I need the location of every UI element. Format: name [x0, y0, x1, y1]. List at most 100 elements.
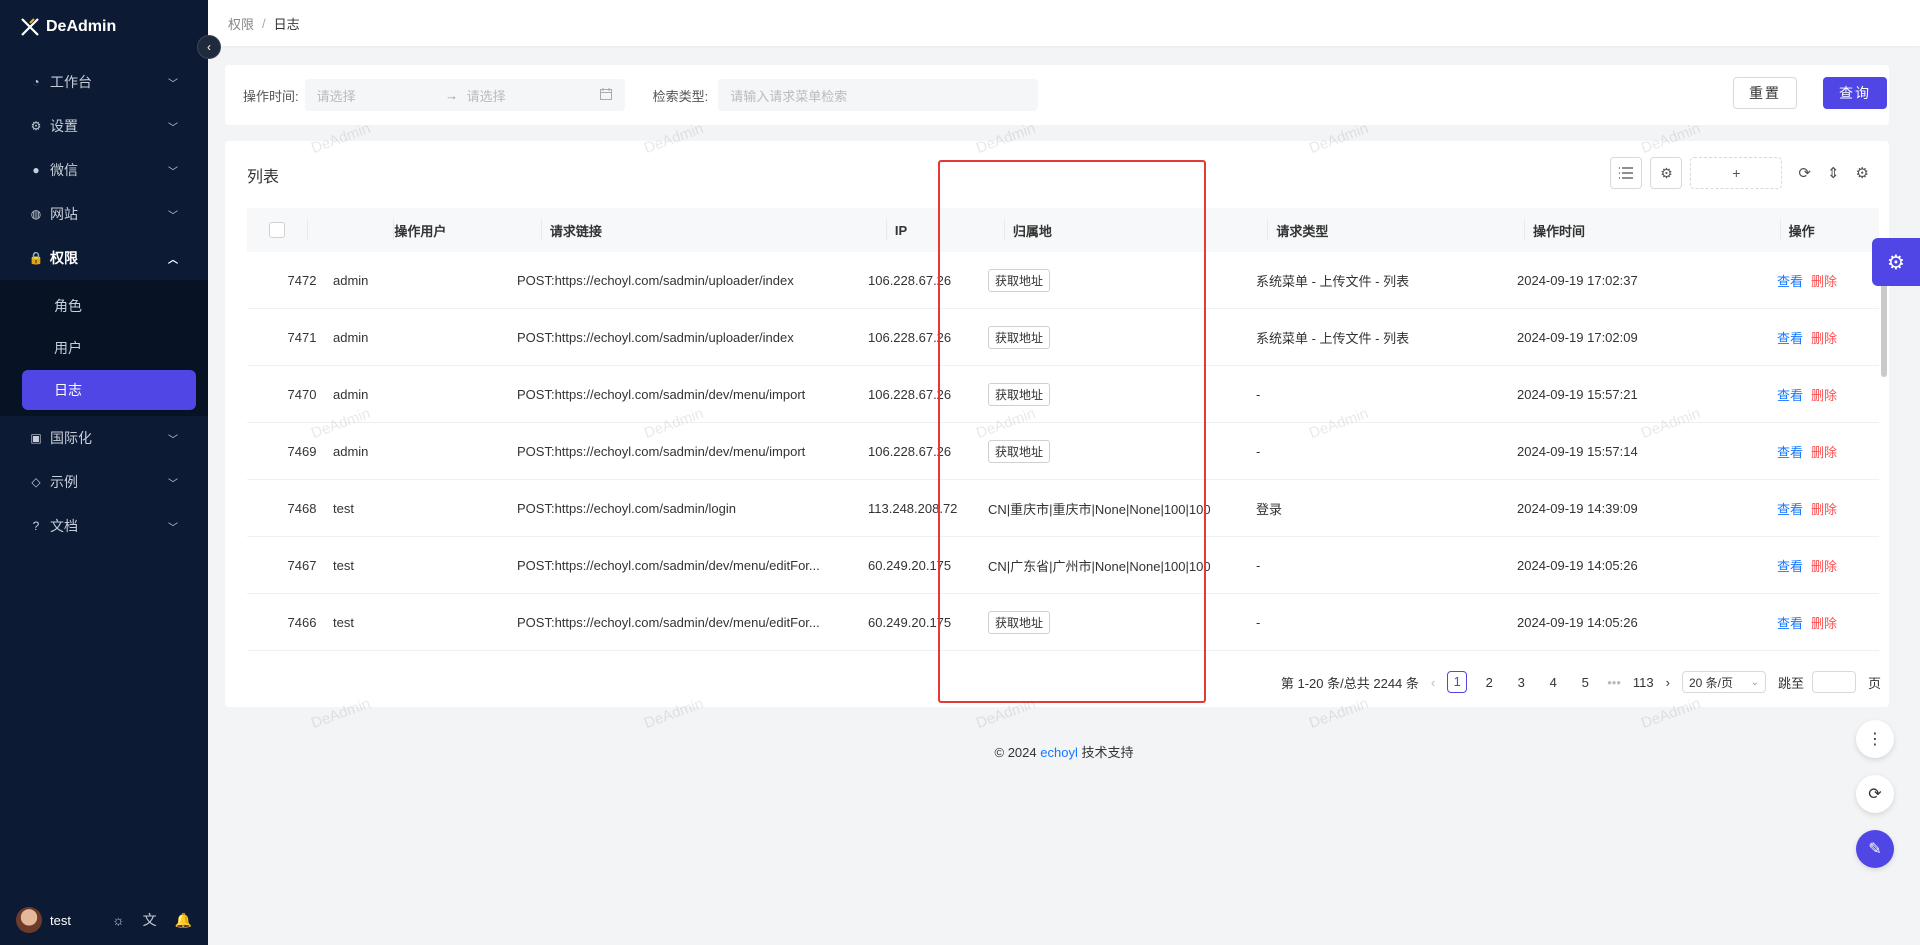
delete-link[interactable]: 删除	[1811, 388, 1837, 403]
table-header: 操作用户 请求链接 IP 归属地 请求类型 操作时间 操作	[247, 208, 1879, 252]
row-location-cell: 获取地址	[980, 325, 1248, 349]
bell-icon[interactable]: 🔔	[175, 912, 192, 928]
row-url: POST:https://echoyl.com/sadmin/dev/menu/…	[517, 614, 820, 630]
sidebar-subitem-0[interactable]: 角色	[22, 286, 196, 326]
sidebar-item-3[interactable]: ◍ 网站 ﹀	[0, 192, 208, 236]
reload-button[interactable]: ⟳	[1856, 775, 1894, 813]
more-vertical-icon: ⋮	[1867, 731, 1883, 748]
delete-link[interactable]: 删除	[1811, 616, 1837, 631]
sidebar-item-1[interactable]: ⚙ 设置 ﹀	[0, 104, 208, 148]
table-row[interactable]: 7467 test POST:https://echoyl.com/sadmin/d…	[247, 537, 1879, 594]
clear-cache-button[interactable]: ✎	[1856, 830, 1894, 868]
reset-button[interactable]: 重置	[1733, 77, 1797, 109]
row-time: 2024-09-19 14:05:26	[1517, 557, 1638, 573]
view-link[interactable]: 查看	[1777, 502, 1803, 517]
row-user: admin	[333, 272, 369, 288]
row-type: -	[1256, 386, 1261, 402]
end-date-input[interactable]: 请选择	[467, 86, 587, 105]
get-address-button[interactable]: 获取地址	[988, 325, 1051, 349]
page-size-select[interactable]: 20 条/页 ⌄	[1681, 671, 1766, 693]
translate-icon[interactable]: 文	[143, 912, 157, 928]
sidebar-item-label: 权限	[50, 250, 78, 266]
sidebar-subitem-2[interactable]: 日志	[22, 370, 196, 410]
column-settings-icon[interactable]: ⚙	[1856, 164, 1869, 182]
next-page-icon[interactable]: ›	[1666, 675, 1670, 690]
page-last[interactable]: 113	[1633, 675, 1654, 690]
jump-input[interactable]	[1811, 671, 1856, 693]
row-location: CN|广东省|广州市|None|None|100|100	[988, 558, 1211, 574]
row-user: admin	[333, 443, 369, 459]
table-row[interactable]: 7472 admin POST:https://echoyl.com/sadmin/…	[247, 252, 1879, 309]
header-user: 操作用户	[394, 219, 542, 241]
gear-icon: ⚙	[30, 119, 42, 133]
avatar[interactable]	[16, 907, 42, 933]
table-body: 7472 admin POST:https://echoyl.com/sadmin/…	[247, 252, 1879, 651]
row-location-cell: 获取地址	[980, 439, 1248, 463]
table-row[interactable]: 7466 test POST:https://echoyl.com/sadmin/d…	[247, 594, 1879, 651]
table-row[interactable]: 7469 admin POST:https://echoyl.com/sadmin/…	[247, 423, 1879, 480]
pagination-summary: 第 1-20 条/总共 2244 条	[1280, 675, 1419, 691]
get-address-button[interactable]: 获取地址	[988, 610, 1051, 634]
sidebar-item-6[interactable]: ◇ 示例 ﹀	[0, 460, 208, 504]
page-5[interactable]: 5	[1575, 675, 1595, 690]
start-date-input[interactable]: 请选择	[317, 86, 437, 105]
sidebar-item-4[interactable]: 🔒 权限 ︿	[0, 236, 208, 280]
get-address-button[interactable]: 获取地址	[988, 268, 1051, 292]
table-row[interactable]: 7468 test POST:https://echoyl.com/sadmin/l…	[247, 480, 1879, 537]
get-address-button[interactable]: 获取地址	[988, 439, 1051, 463]
jump-label: 跳至	[1777, 675, 1804, 691]
delete-link[interactable]: 删除	[1811, 445, 1837, 460]
row-url: POST:https://echoyl.com/sadmin/uploader/…	[517, 272, 794, 288]
view-link[interactable]: 查看	[1777, 331, 1803, 346]
chevron-down-icon: ﹀	[168, 210, 178, 222]
page-2[interactable]: 2	[1479, 675, 1499, 690]
density-icon[interactable]: ⇕	[1827, 164, 1840, 182]
table-settings-button[interactable]: ⚙	[1650, 157, 1683, 189]
collapse-sidebar-button[interactable]: ‹	[197, 35, 221, 59]
sidebar-subitem-1[interactable]: 用户	[22, 328, 196, 368]
row-ip: 106.228.67.26	[868, 329, 952, 345]
delete-link[interactable]: 删除	[1811, 502, 1837, 517]
list-view-button[interactable]	[1610, 157, 1643, 189]
page-ellipsis[interactable]: •••	[1607, 675, 1621, 690]
theme-icon[interactable]: ☼	[112, 912, 125, 928]
select-all-checkbox[interactable]	[268, 222, 285, 238]
prev-page-icon[interactable]: ‹	[1431, 675, 1435, 690]
logo[interactable]: DeAdmin	[0, 0, 208, 54]
view-link[interactable]: 查看	[1777, 274, 1803, 289]
breadcrumb-current: 日志	[273, 16, 300, 32]
brand-link[interactable]: echoyl	[1040, 745, 1078, 760]
breadcrumb-parent[interactable]: 权限	[228, 14, 254, 33]
table-row[interactable]: 7471 admin POST:https://echoyl.com/sadmin/…	[247, 309, 1879, 366]
view-link[interactable]: 查看	[1777, 559, 1803, 574]
add-button[interactable]: +	[1690, 157, 1783, 189]
query-button[interactable]: 查询	[1823, 77, 1887, 109]
type-search-input[interactable]: 请输入请求菜单检索	[718, 79, 1039, 111]
refresh-icon[interactable]: ⟳	[1798, 164, 1811, 182]
date-range-picker[interactable]: 请选择 → 请选择	[304, 79, 625, 111]
sidebar-item-0[interactable]: ◔ 工作台 ﹀	[0, 60, 208, 104]
page-1[interactable]: 1	[1447, 671, 1468, 693]
view-link[interactable]: 查看	[1777, 388, 1803, 403]
page-3[interactable]: 3	[1511, 675, 1531, 690]
chevron-down-icon: ﹀	[168, 122, 178, 134]
delete-link[interactable]: 删除	[1811, 559, 1837, 574]
sidebar-item-5[interactable]: ▣ 国际化 ﹀	[0, 416, 208, 460]
get-address-button[interactable]: 获取地址	[988, 382, 1051, 406]
page-4[interactable]: 4	[1543, 675, 1563, 690]
sidebar-item-7[interactable]: ? 文档 ﹀	[0, 504, 208, 548]
sidebar-item-2[interactable]: ● 微信 ﹀	[0, 148, 208, 192]
user-name[interactable]: test	[50, 913, 98, 928]
delete-link[interactable]: 删除	[1811, 331, 1837, 346]
view-link[interactable]: 查看	[1777, 445, 1803, 460]
theme-settings-button[interactable]: ⚙	[1872, 238, 1920, 286]
chevron-up-icon: ︿	[168, 254, 178, 266]
dashboard-icon: ◔	[32, 75, 40, 89]
more-button[interactable]: ⋮	[1856, 720, 1894, 758]
delete-link[interactable]: 删除	[1811, 274, 1837, 289]
table-row[interactable]: 7470 admin POST:https://echoyl.com/sadmin/…	[247, 366, 1879, 423]
table-scrollbar[interactable]	[1881, 253, 1889, 603]
row-location-cell: 获取地址	[980, 382, 1248, 406]
row-time: 2024-09-19 17:02:37	[1517, 272, 1638, 288]
view-link[interactable]: 查看	[1777, 616, 1803, 631]
